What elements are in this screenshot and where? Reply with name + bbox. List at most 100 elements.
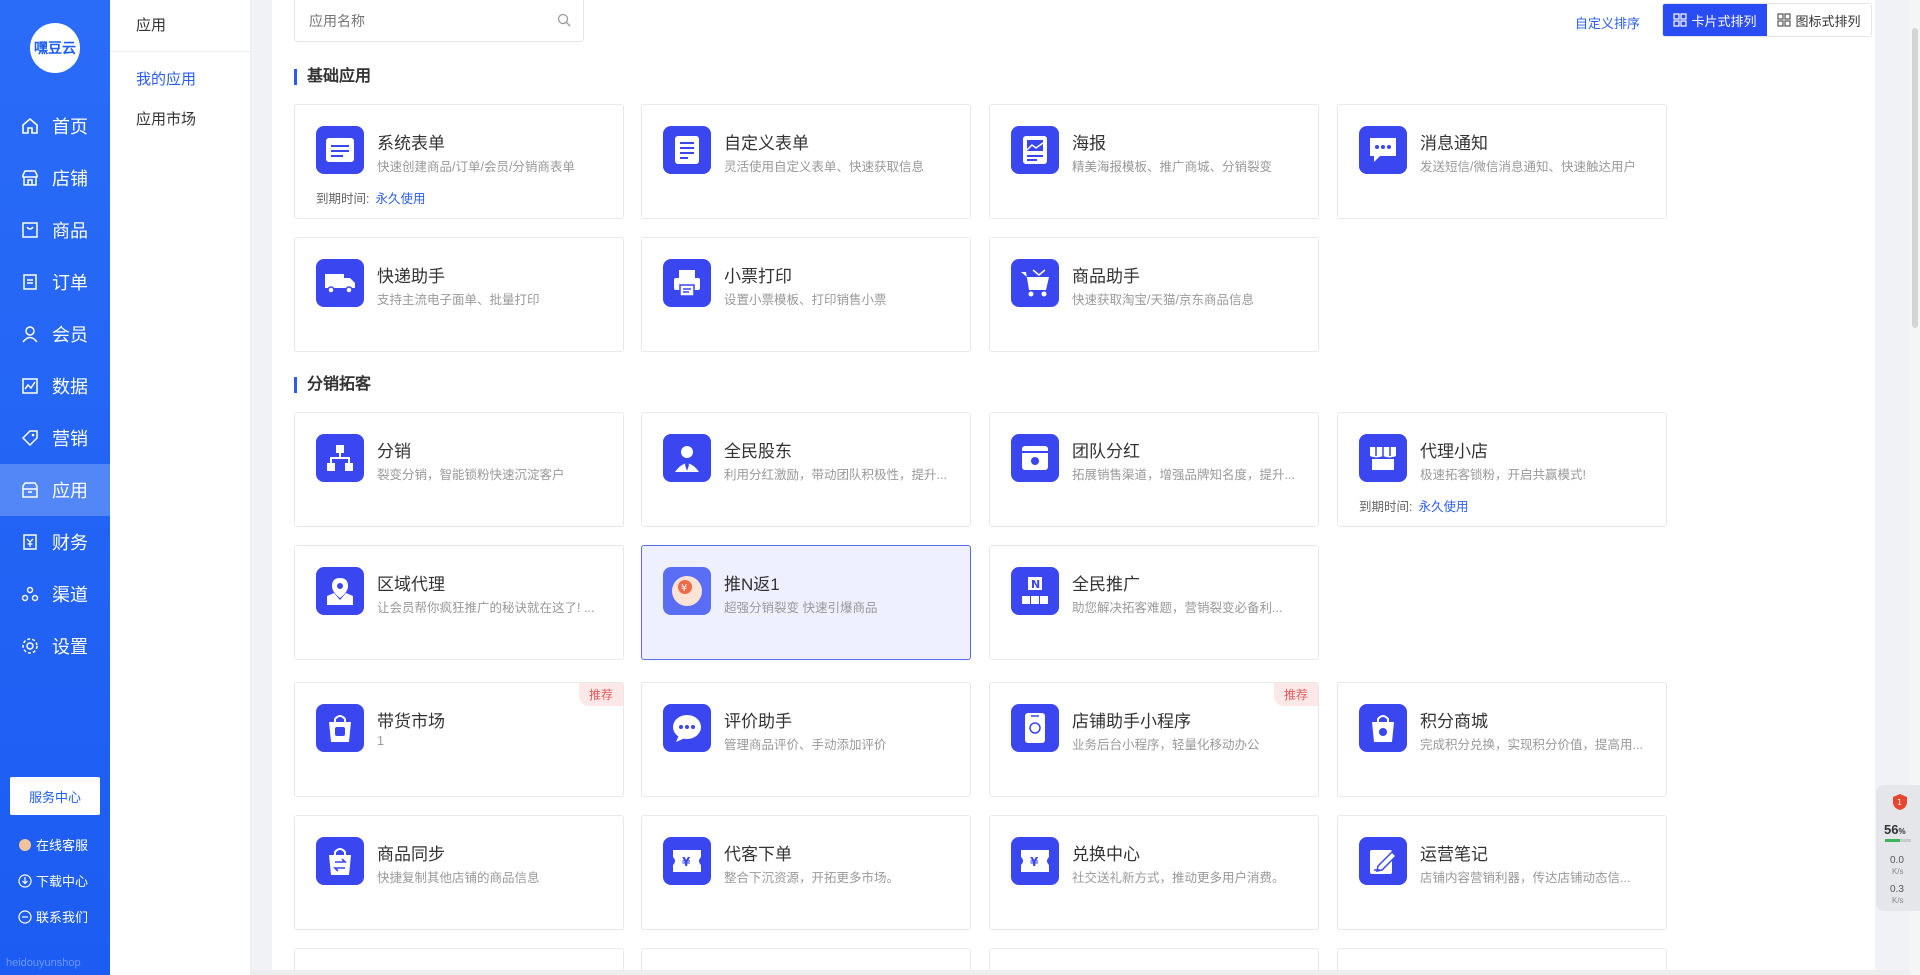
- nav-item-channel[interactable]: 渠道: [0, 568, 110, 620]
- nav-item-order[interactable]: 订单: [0, 256, 110, 308]
- download-icon: [18, 873, 32, 888]
- subnav-app-market[interactable]: 应用市场: [110, 100, 250, 140]
- phone-icon: [1011, 704, 1059, 752]
- scrollbar-thumb[interactable]: [1912, 28, 1918, 328]
- app-card-name: 团队分红: [1072, 442, 1140, 461]
- app-card-system-form[interactable]: 系统表单 快速创建商品/订单/会员/分销商表单 到期时间: 永久使用: [294, 104, 624, 219]
- app-card-name: 消息通知: [1420, 134, 1488, 153]
- online-support-link[interactable]: 在线客服: [18, 835, 88, 854]
- comment-icon: [663, 704, 711, 752]
- coin-bubble-icon: ¥: [663, 567, 711, 615]
- brand-logo[interactable]: 嘿豆云: [30, 23, 80, 73]
- app-card-desc: 拓展销售渠道，增强品牌知名度，提升...: [1072, 468, 1295, 482]
- truck-icon: [316, 259, 364, 307]
- person-icon: [663, 434, 711, 482]
- app-card-goods-helper[interactable]: 商品助手 快速获取淘宝/天猫/京东商品信息: [989, 237, 1319, 352]
- app-card-name: 推N返1: [724, 575, 780, 594]
- app-card-desc: 业务后台小程序，轻量化移动办公: [1072, 738, 1260, 752]
- channel-icon: [20, 584, 40, 604]
- app-card-shareholder[interactable]: 全民股东 利用分红激励，带动团队积极性，提升...: [641, 412, 971, 527]
- app-card-name: 店铺助手小程序: [1072, 712, 1191, 731]
- svg-text:¥: ¥: [681, 583, 687, 594]
- app-card-name: 自定义表单: [724, 134, 809, 153]
- app-card-notification[interactable]: 消息通知 发送短信/微信消息通知、快速触达用户: [1337, 104, 1667, 219]
- nav-item-marketing[interactable]: 营销: [0, 412, 110, 464]
- app-card-desc: 发送短信/微信消息通知、快速触达用户: [1420, 160, 1636, 174]
- custom-sort-link[interactable]: 自定义排序: [1575, 13, 1640, 32]
- app-card-desc: 精美海报模板、推广商城、分销裂变: [1072, 160, 1273, 174]
- footer-brand: heidouyunshop: [6, 957, 81, 969]
- online-support-label: 在线客服: [36, 838, 89, 853]
- app-card-review-helper[interactable]: 评价助手 管理商品评价、手动添加评价: [641, 682, 971, 797]
- nav-item-settings[interactable]: 设置: [0, 620, 110, 672]
- nav-item-label: 商品: [52, 221, 88, 241]
- network-speed-widget[interactable]: 1 56% 0.0 K/s 0.3 K/s: [1876, 785, 1920, 911]
- nav-item-label: 渠道: [52, 585, 88, 605]
- tag-icon: [20, 428, 40, 448]
- nav-item-finance[interactable]: 财务: [0, 516, 110, 568]
- service-center-button[interactable]: 服务中心: [10, 777, 100, 815]
- network-icon: N: [1011, 567, 1059, 615]
- app-card-poster[interactable]: 海报 精美海报模板、推广商城、分销裂变: [989, 104, 1319, 219]
- points-bag-icon: [1359, 704, 1407, 752]
- nav-item-member[interactable]: 会员: [0, 308, 110, 360]
- contact-us-label: 联系我们: [36, 910, 89, 925]
- app-card-desc: 店铺内容营销利器，传达店铺动态信...: [1420, 871, 1631, 885]
- view-mode-toggle: 卡片式排列 图标式排列: [1662, 3, 1872, 37]
- app-card-universal-promo[interactable]: N 全民推广 助您解决拓客难题，营销裂变必备利...: [989, 545, 1319, 660]
- app-card-operation-notes[interactable]: 运营笔记 店铺内容营销利器，传达店铺动态信...: [1337, 815, 1667, 930]
- store-icon: [20, 168, 40, 188]
- poster-icon: [1011, 126, 1059, 174]
- search-input[interactable]: [309, 12, 529, 29]
- download-center-link[interactable]: 下载中心: [18, 871, 88, 890]
- icon-view-button[interactable]: 图标式排列: [1767, 4, 1871, 36]
- app-card-agent-shop[interactable]: 代理小店 极速拓客锁粉，开启共赢模式! 到期时间: 永久使用: [1337, 412, 1667, 527]
- card-view-button[interactable]: 卡片式排列: [1663, 4, 1767, 36]
- app-card-shop-assistant-miniapp[interactable]: 推荐 店铺助手小程序 业务后台小程序，轻量化移动办公: [989, 682, 1319, 797]
- app-card-name: 代理小店: [1420, 442, 1488, 461]
- app-card-exchange-center[interactable]: ¥ 兑换中心 社交送礼新方式，推动更多用户消费。: [989, 815, 1319, 930]
- edit-icon: [1359, 837, 1407, 885]
- subnav-my-apps[interactable]: 我的应用: [110, 60, 250, 100]
- nav-item-apps[interactable]: 应用: [0, 464, 110, 516]
- order-icon: [20, 272, 40, 292]
- nav-item-goods[interactable]: 商品: [0, 204, 110, 256]
- nav-item-label: 订单: [52, 273, 88, 293]
- app-card-region-agent[interactable]: 区域代理 让会员帮你疯狂推广的秘诀就在这了! ...: [294, 545, 624, 660]
- nav-item-store[interactable]: 店铺: [0, 152, 110, 204]
- app-search-box[interactable]: [294, 0, 584, 42]
- nav-item-data[interactable]: 数据: [0, 360, 110, 412]
- app-card-desc: 利用分红激励，带动团队积极性，提升...: [724, 468, 947, 482]
- brand-logo-text: 嘿豆云: [34, 40, 76, 56]
- svg-text:N: N: [1031, 578, 1040, 591]
- contact-us-link[interactable]: 联系我们: [18, 907, 88, 926]
- app-card-team-dividend[interactable]: 团队分红 拓展销售渠道，增强品牌知名度，提升...: [989, 412, 1319, 527]
- card-view-label: 卡片式排列: [1691, 13, 1757, 29]
- nav-item-home[interactable]: 首页: [0, 100, 110, 152]
- app-card-name: 积分商城: [1420, 712, 1488, 731]
- app-card-express-helper[interactable]: 快递助手 支持主流电子面单、批量打印: [294, 237, 624, 352]
- app-card-goods-sync[interactable]: 商品同步 快捷复制其他店铺的商品信息: [294, 815, 624, 930]
- chat-icon: [18, 909, 32, 924]
- app-card-name: 快递助手: [377, 267, 445, 286]
- app-card-desc: 社交送礼新方式，推动更多用户消费。: [1072, 871, 1285, 885]
- svg-text:¥: ¥: [682, 855, 691, 869]
- app-card-selling-market[interactable]: 推荐 带货市场 1: [294, 682, 624, 797]
- app-card-name: 商品助手: [1072, 267, 1140, 286]
- app-card-push-n-return-1[interactable]: ¥ 推N返1 超强分销裂变 快速引爆商品: [641, 545, 971, 660]
- sync-bag-icon: [316, 837, 364, 885]
- home-icon: [20, 116, 40, 136]
- nav-item-label: 应用: [52, 481, 88, 501]
- app-card-desc: 1: [377, 734, 384, 748]
- app-card-points-mall[interactable]: 积分商城 完成积分兑换，实现积分价值，提高用...: [1337, 682, 1667, 797]
- memory-usage-bar: [1885, 839, 1911, 842]
- app-card-distribution[interactable]: 分销 裂变分销，智能锁粉快速沉淀客户: [294, 412, 624, 527]
- app-card-name: 区域代理: [377, 575, 445, 594]
- search-icon[interactable]: [557, 13, 571, 27]
- app-card-name: 海报: [1072, 134, 1106, 153]
- app-card-custom-form[interactable]: 自定义表单 灵活使用自定义表单、快速获取信息: [641, 104, 971, 219]
- app-card-receipt-print[interactable]: 小票打印 设置小票模板、打印销售小票: [641, 237, 971, 352]
- app-icon: [20, 480, 40, 500]
- app-card-proxy-order[interactable]: ¥ 代客下单 整合下沉资源，开拓更多市场。: [641, 815, 971, 930]
- download-speed: 0.3: [1890, 884, 1904, 895]
